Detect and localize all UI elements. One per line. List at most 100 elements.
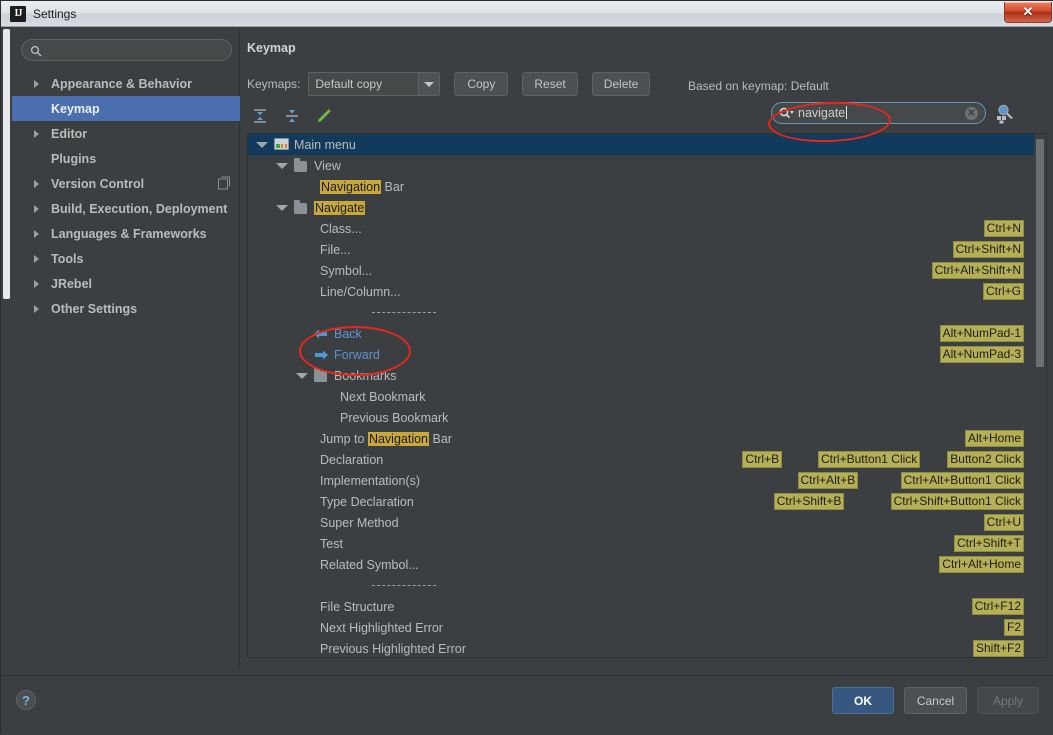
keymap-panel: Keymap Keymaps: Default copy Copy Reset …	[241, 27, 1053, 672]
tree-row[interactable]: Implementation(s) Ctrl+Alt+Button1 Click C…	[248, 470, 1046, 491]
chevron-down-icon[interactable]	[296, 373, 308, 379]
sidebar-item-jrebel[interactable]: JRebel	[12, 271, 240, 296]
sidebar-item-other-settings[interactable]: Other Settings	[12, 296, 240, 321]
tree-row[interactable]: Previous Bookmark	[248, 407, 1046, 428]
sidebar-item-plugins[interactable]: Plugins	[12, 146, 240, 171]
tree-row[interactable]	[248, 575, 1046, 596]
tree-row-label: Class...	[320, 221, 362, 236]
sidebar-item-languages-frameworks[interactable]: Languages & Frameworks	[12, 221, 240, 246]
tree-scrollbar-thumb[interactable]	[1036, 139, 1044, 367]
chevron-down-icon[interactable]	[256, 142, 268, 148]
tree-row-label: Symbol...	[320, 263, 373, 278]
tree-row-label: Back	[334, 326, 362, 341]
chevron-down-icon[interactable]	[418, 73, 440, 95]
tree-row[interactable]: Test Ctrl+Shift+T	[248, 533, 1046, 554]
keymap-tree-rows: Main menu View Navigation Bar Navigate Class…	[248, 134, 1046, 657]
edit-shortcut-icon[interactable]	[313, 105, 335, 127]
shortcut-badge: Ctrl+Alt+B	[797, 472, 859, 489]
chevron-right-icon[interactable]	[34, 179, 39, 188]
reset-button[interactable]: Reset	[522, 72, 578, 96]
tree-row[interactable]: Next Bookmark	[248, 386, 1046, 407]
tree-row[interactable]: Forward Alt+NumPad-3	[248, 344, 1046, 365]
tree-row[interactable]: Navigation Bar	[248, 176, 1046, 197]
settings-sidebar: Appearance & Behavior Keymap Editor Plugins…	[12, 29, 240, 669]
sidebar-scrollbar[interactable]	[1, 27, 11, 667]
keymap-tree[interactable]: Main menu View Navigation Bar Navigate Class…	[247, 133, 1047, 658]
tree-row[interactable]: Line/Column... Ctrl+G	[248, 281, 1046, 302]
tree-scrollbar[interactable]	[1034, 134, 1046, 657]
chevron-down-icon[interactable]	[276, 163, 288, 169]
chevron-right-icon[interactable]	[34, 304, 39, 313]
tree-row[interactable]: File Structure Ctrl+F12	[248, 596, 1046, 617]
tree-row[interactable]: Next Highlighted Error F2	[248, 617, 1046, 638]
shortcut-badge: Alt+Home	[964, 430, 1024, 447]
shortcut-badge: Ctrl+Button1 Click	[817, 451, 921, 468]
tree-row[interactable]: Previous Highlighted Error Shift+F2	[248, 638, 1046, 657]
search-dropdown-icon[interactable]	[779, 107, 795, 120]
keymap-search-value-wrap[interactable]: navigate	[795, 106, 965, 120]
shortcut-badge: Alt+NumPad-3	[939, 346, 1024, 363]
search-match-highlight: Navigation	[320, 179, 382, 194]
keymap-select[interactable]: Default copy	[308, 72, 441, 96]
tree-row[interactable]: Type Declaration Ctrl+Shift+Button1 Click…	[248, 491, 1046, 512]
shortcut-badge: Ctrl+Alt+Home	[939, 556, 1024, 573]
copy-button[interactable]: Copy	[454, 72, 509, 96]
tree-row[interactable]: Main menu	[248, 134, 1046, 155]
tree-row-label: View	[314, 158, 341, 173]
sidebar-item-label: JRebel	[51, 276, 92, 291]
ok-button[interactable]: OK	[832, 687, 894, 714]
chevron-right-icon[interactable]	[34, 254, 39, 263]
sidebar-scrollbar-thumb[interactable]	[3, 29, 10, 299]
tree-row[interactable]: View	[248, 155, 1046, 176]
tree-row[interactable]: File... Ctrl+Shift+N	[248, 239, 1046, 260]
search-input[interactable]	[42, 42, 231, 58]
shortcut-badge: Shift+F2	[972, 640, 1024, 657]
sidebar-list: Appearance & Behavior Keymap Editor Plugins…	[12, 71, 240, 321]
sidebar-item-build-execution-deployment[interactable]: Build, Execution, Deployment	[12, 196, 240, 221]
tree-row[interactable]: Back Alt+NumPad-1	[248, 323, 1046, 344]
sidebar-item-keymap[interactable]: Keymap	[12, 96, 240, 121]
chevron-down-icon[interactable]	[276, 205, 288, 211]
sidebar-item-label: Languages & Frameworks	[51, 226, 207, 241]
chevron-right-icon[interactable]	[34, 279, 39, 288]
chevron-right-icon[interactable]	[34, 204, 39, 213]
search-icon	[30, 44, 42, 57]
tree-row[interactable]	[248, 302, 1046, 323]
copy-icon	[218, 176, 230, 189]
chevron-right-icon[interactable]	[34, 79, 39, 88]
close-icon[interactable]: ✕	[1004, 2, 1052, 23]
chevron-right-icon[interactable]	[34, 129, 39, 138]
sidebar-item-label: Version Control	[51, 176, 145, 191]
cancel-button[interactable]: Cancel	[904, 687, 967, 714]
chevron-right-icon[interactable]	[34, 229, 39, 238]
sidebar-item-tools[interactable]: Tools	[12, 246, 240, 271]
shortcut-badge: Ctrl+U	[983, 514, 1024, 531]
sidebar-item-editor[interactable]: Editor	[12, 121, 240, 146]
clear-icon[interactable]: ✕	[965, 106, 978, 120]
help-button[interactable]: ?	[16, 690, 36, 710]
tree-row[interactable]: Symbol... Ctrl+Alt+Shift+N	[248, 260, 1046, 281]
folder-icon	[294, 200, 307, 214]
tree-row[interactable]: Class... Ctrl+N	[248, 218, 1046, 239]
tree-row-label: Next Highlighted Error	[320, 620, 443, 635]
tree-row[interactable]: Bookmarks	[248, 365, 1046, 386]
collapse-all-icon[interactable]	[281, 105, 303, 127]
keymap-search-box[interactable]: navigate ✕	[771, 102, 986, 124]
sidebar-item-appearance-behavior[interactable]: Appearance & Behavior	[12, 71, 240, 96]
find-by-shortcut-icon[interactable]	[994, 102, 1016, 124]
sidebar-item-version-control[interactable]: Version Control	[12, 171, 240, 196]
tree-row[interactable]: Jump to Navigation Bar Alt+Home	[248, 428, 1046, 449]
apply-button[interactable]: Apply	[977, 687, 1039, 714]
tree-row[interactable]: Navigate	[248, 197, 1046, 218]
sidebar-search-box[interactable]	[21, 39, 232, 61]
expand-all-icon[interactable]	[249, 105, 271, 127]
cancel-button-label: Cancel	[916, 693, 955, 708]
tree-separator	[372, 585, 436, 586]
tree-row[interactable]: Super Method Ctrl+U	[248, 512, 1046, 533]
tree-row-label: Jump to Navigation Bar	[320, 431, 452, 446]
tree-row[interactable]: Declaration Button2 Click Ctrl+Button1 Cli…	[248, 449, 1046, 470]
tree-row[interactable]: Related Symbol... Ctrl+Alt+Home	[248, 554, 1046, 575]
sidebar-item-label: Keymap	[51, 101, 100, 116]
delete-button[interactable]: Delete	[591, 72, 651, 96]
copy-button-label: Copy	[467, 77, 496, 91]
